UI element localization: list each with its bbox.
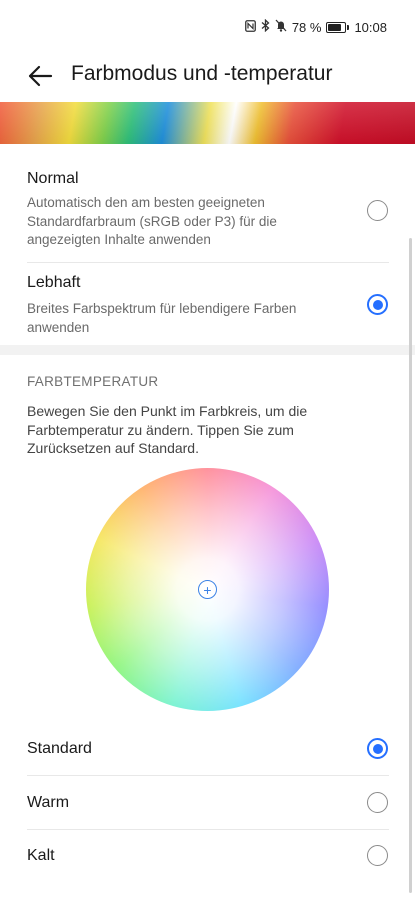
radio-standard[interactable] bbox=[367, 738, 388, 759]
color-preview-banner bbox=[0, 102, 415, 144]
color-mode-normal[interactable]: Normal Automatisch den am besten geeigne… bbox=[0, 155, 415, 261]
color-mode-description: Breites Farbspektrum für lebendigere Far… bbox=[27, 301, 297, 335]
bluetooth-icon bbox=[261, 18, 270, 35]
radio-warm[interactable] bbox=[367, 792, 388, 813]
radio-vivid[interactable] bbox=[367, 294, 388, 315]
mute-icon bbox=[275, 19, 287, 35]
status-icons: 78 % 10:08 bbox=[244, 18, 387, 35]
app-header: Farbmodus und -temperatur bbox=[0, 52, 415, 102]
temperature-option-warm[interactable]: Warm bbox=[0, 776, 415, 828]
wheel-marker-handle[interactable]: + bbox=[198, 580, 217, 599]
arrow-left-icon bbox=[28, 65, 53, 87]
option-label: Standard bbox=[27, 740, 92, 757]
section-label-temperature: FARBTEMPERATUR bbox=[27, 374, 159, 389]
back-button[interactable] bbox=[22, 58, 58, 94]
radio-cold[interactable] bbox=[367, 845, 388, 866]
option-label: Kalt bbox=[27, 847, 55, 864]
page-title: Farbmodus und -temperatur bbox=[71, 62, 333, 85]
color-mode-vivid[interactable]: Lebhaft Breites Farbspektrum für lebendi… bbox=[0, 263, 415, 345]
battery-percent: 78 % bbox=[291, 19, 322, 35]
section-separator bbox=[0, 345, 415, 355]
option-label: Warm bbox=[27, 794, 70, 811]
color-mode-title: Lebhaft bbox=[27, 274, 81, 291]
status-bar: 78 % 10:08 bbox=[0, 0, 415, 52]
battery-icon bbox=[326, 21, 350, 33]
temperature-option-standard[interactable]: Standard bbox=[0, 722, 415, 774]
radio-normal[interactable] bbox=[367, 200, 388, 221]
color-temperature-wheel[interactable]: + bbox=[86, 468, 329, 711]
temperature-description: Bewegen Sie den Punkt im Farbkreis, um d… bbox=[27, 403, 308, 456]
plus-icon: + bbox=[203, 581, 212, 598]
clock: 10:08 bbox=[354, 19, 387, 35]
temperature-option-cold[interactable]: Kalt bbox=[0, 830, 415, 882]
color-mode-title: Normal bbox=[27, 170, 79, 187]
color-mode-description: Automatisch den am besten geeigneten Sta… bbox=[27, 195, 277, 247]
nfc-icon bbox=[244, 19, 256, 35]
